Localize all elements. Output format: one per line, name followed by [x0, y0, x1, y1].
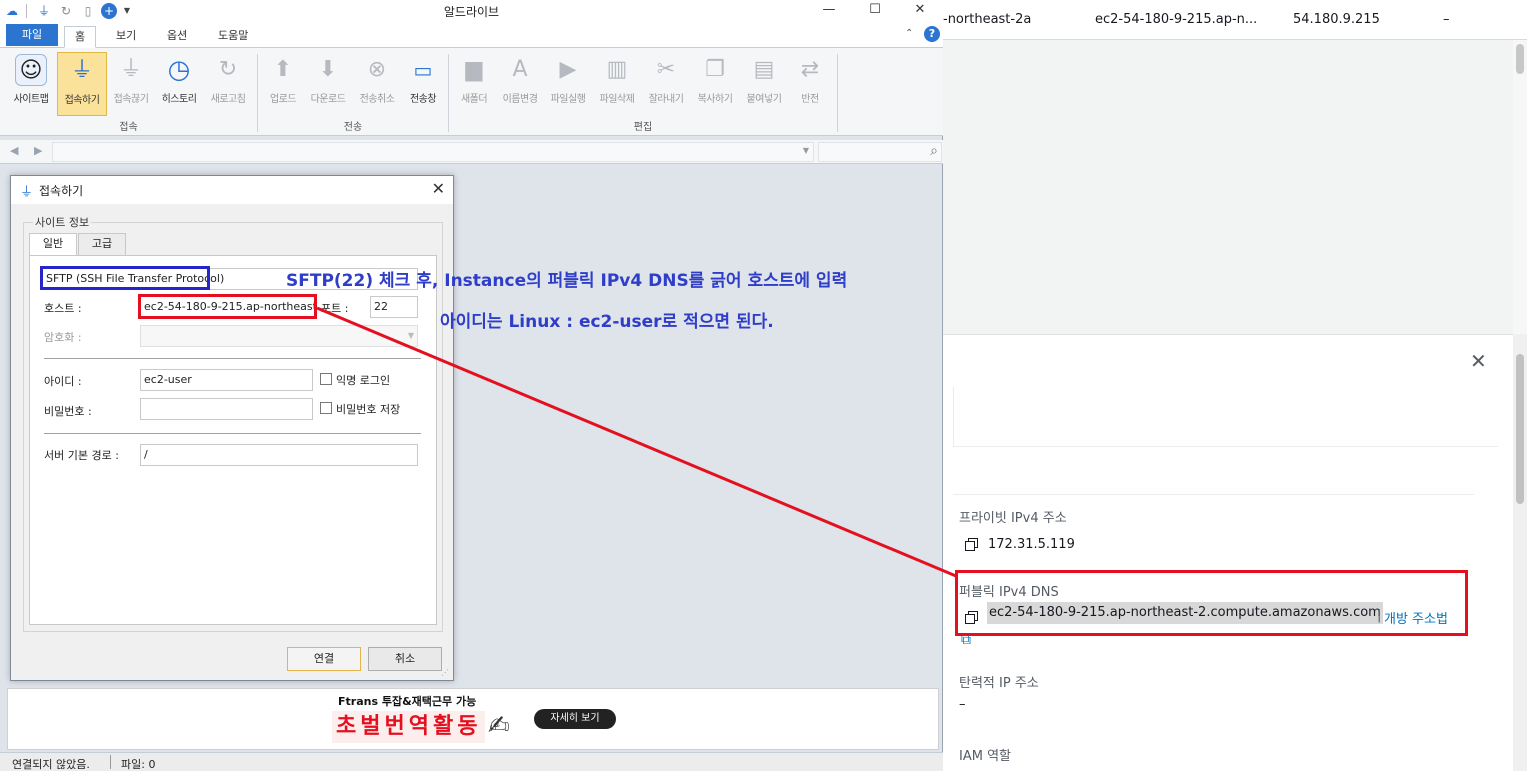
annotation-line-2: 아이디는 Linux : ec2-user로 적으면 된다. [440, 312, 774, 332]
annotation-line-1: SFTP(22) 체크 후, Instance의 퍼블릭 IPv4 DNS를 긁… [286, 271, 848, 291]
annotation-arrow [316, 306, 957, 578]
arrow-line [316, 306, 957, 578]
